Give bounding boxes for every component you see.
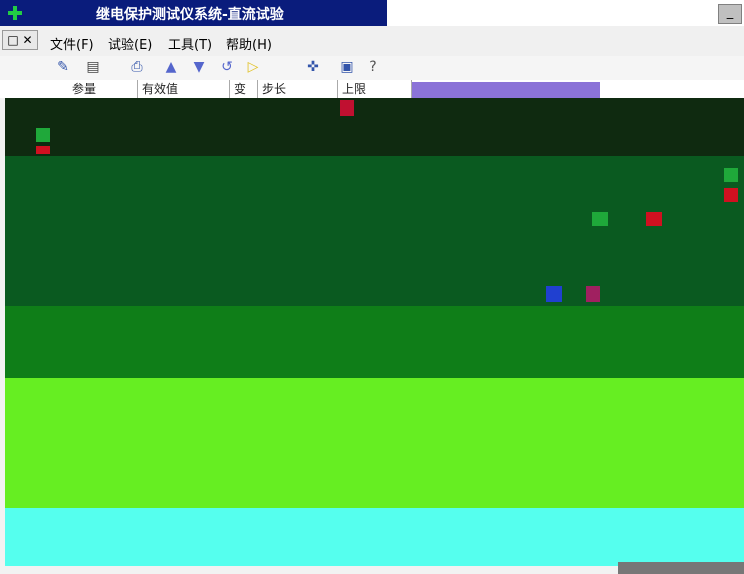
menu-test[interactable]: 试验(E) [108,34,152,53]
save-icon[interactable]: ▤ [84,58,102,76]
data-panel-lower [5,306,744,378]
down-arrow-icon[interactable]: ▼ [190,58,208,76]
menu-tools[interactable]: 工具(T) [168,34,212,53]
toolbar: ✎ ▤ ⎙ ▲ ▼ ↺ ▷ ✜ ▣ ? [0,56,744,80]
app-icon [8,5,22,20]
table-header: 参量 有效值 变 步长 上限 [0,80,744,98]
cursor-icon[interactable]: ✜ [304,58,322,76]
column-header[interactable]: 有效值 [138,80,230,98]
column-header[interactable]: 上限 [338,80,412,98]
up-arrow-icon[interactable]: ▲ [162,58,180,76]
status-indicator [36,146,50,154]
print-icon[interactable]: ⎙ [128,58,146,76]
menu-file[interactable]: 文件(F) [50,34,94,53]
status-indicator [340,100,354,116]
status-bar [618,562,744,574]
status-indicator [724,168,738,182]
data-panel-bright [5,378,744,508]
status-indicator [586,286,600,302]
status-indicator [646,212,662,226]
status-indicator [592,212,608,226]
status-indicator [724,188,738,202]
status-panel [5,508,744,566]
minimize-button[interactable]: _ [718,4,742,24]
help-icon[interactable]: ? [364,58,382,76]
data-panel-middle [5,156,744,306]
window-title: 继电保护测试仪系统-直流试验 [96,7,284,23]
monitor-icon[interactable]: ▣ [338,58,356,76]
document-control-button[interactable]: □ ✕ [2,30,38,50]
undo-icon[interactable]: ↺ [218,58,236,76]
status-indicator [546,286,562,302]
open-icon[interactable]: ✎ [54,58,72,76]
menu-help[interactable]: 帮助(H) [226,34,272,53]
header-highlight [412,82,600,98]
column-header[interactable]: 变 [230,80,258,98]
menu-bar: □ ✕ 文件(F) 试验(E) 工具(T) 帮助(H) [0,26,744,56]
column-header[interactable]: 步长 [258,80,338,98]
play-icon[interactable]: ▷ [244,58,262,76]
status-indicator [36,128,50,142]
data-panel-top [5,98,744,156]
column-header[interactable]: 参量 [68,80,138,98]
